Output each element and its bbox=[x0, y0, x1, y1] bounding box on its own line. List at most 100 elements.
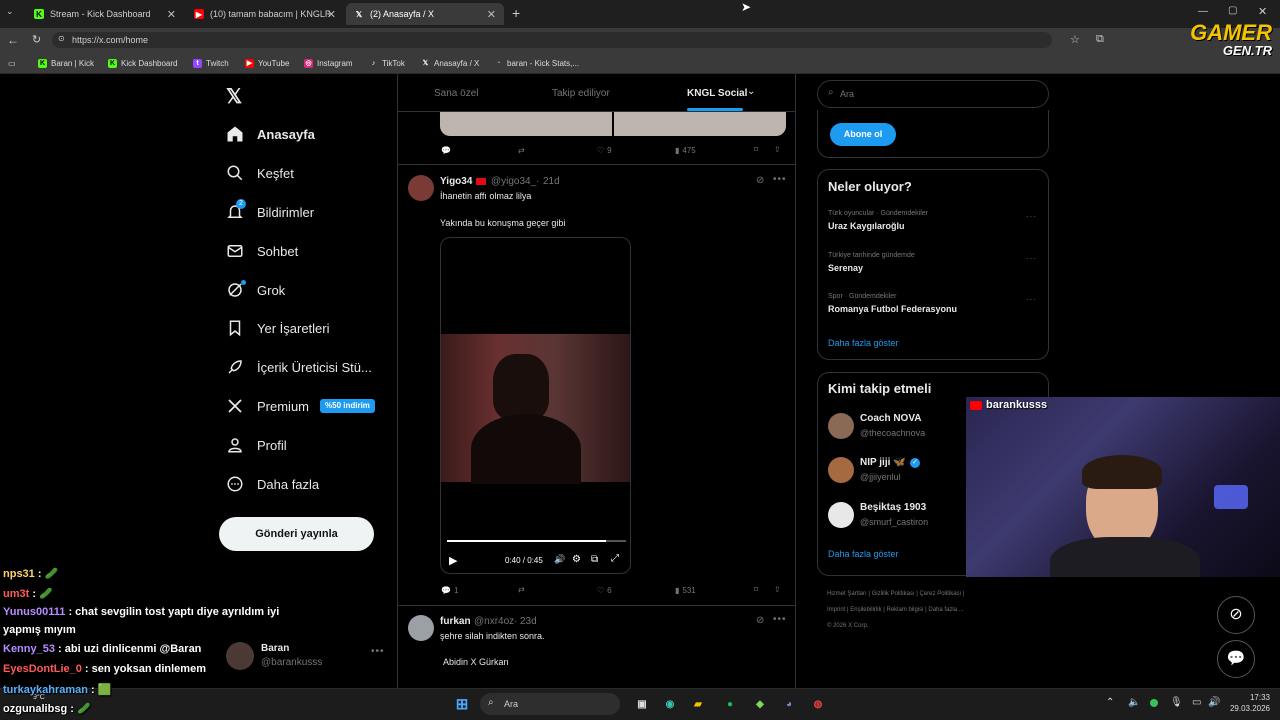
footer-link[interactable]: Imprint bbox=[827, 607, 845, 613]
more-icon[interactable]: ••• bbox=[773, 614, 787, 625]
play-icon[interactable]: ▶ bbox=[449, 554, 457, 567]
post-button[interactable]: Gönderi yayınla bbox=[219, 517, 374, 551]
footer-link[interactable]: Erişilebilirlik bbox=[850, 607, 881, 613]
bookmark-button[interactable]: ⌑ bbox=[754, 145, 758, 154]
tab-x-home[interactable]: 𝕏 (2) Anasayfa / X ✕ bbox=[346, 3, 504, 25]
follow-suggestion[interactable]: Coach NOVA @thecoachnova bbox=[828, 411, 968, 441]
reply-button[interactable]: 💬 bbox=[441, 146, 451, 155]
close-icon[interactable]: ✕ bbox=[487, 8, 496, 21]
messages-float-button[interactable]: 💬 bbox=[1217, 640, 1255, 678]
sidebar-item-grok[interactable]: Grok bbox=[226, 278, 285, 302]
x-logo-icon[interactable]: 𝕏 bbox=[226, 84, 242, 109]
sidebar-item-chat[interactable]: Sohbet bbox=[226, 239, 298, 263]
repost-button[interactable]: ⇄ bbox=[518, 146, 525, 155]
footer-link[interactable]: Daha fazla ... bbox=[928, 607, 963, 613]
trend-item[interactable]: Spor · Gündemdekiler Romanya Futbol Fede… bbox=[828, 293, 1038, 323]
grok-icon[interactable]: ⊘ bbox=[756, 175, 764, 186]
sidebar-item-more[interactable]: Daha fazla bbox=[226, 472, 319, 496]
account-switcher[interactable]: Baran @barankusss ••• bbox=[226, 640, 386, 674]
tweet-handle[interactable]: @nxr4oz bbox=[474, 616, 514, 627]
sidebar-item-profile[interactable]: Profil bbox=[226, 433, 287, 457]
close-icon[interactable]: ✕ bbox=[327, 8, 336, 21]
sidebar-item-premium[interactable]: Premium bbox=[226, 394, 309, 418]
mic-tray-icon[interactable]: 🎙 bbox=[1170, 697, 1183, 708]
bookmark-baran-kick[interactable]: K Baran | Kick bbox=[38, 55, 94, 71]
sidebar-item-creator-studio[interactable]: İçerik Üreticisi Stü... bbox=[226, 355, 372, 379]
refresh-icon[interactable]: ↻ bbox=[32, 33, 41, 46]
views-button[interactable]: ▮ 531 bbox=[675, 586, 696, 595]
share-button[interactable]: ⇧ bbox=[774, 585, 781, 594]
tray-chevron-icon[interactable]: ⌃ bbox=[1106, 697, 1114, 708]
new-tab-button[interactable]: + bbox=[512, 5, 520, 21]
site-info-icon[interactable]: ⊙ bbox=[58, 34, 65, 43]
footer-link[interactable]: Çerez Politikası bbox=[920, 591, 962, 597]
favorite-star-icon[interactable]: ☆ bbox=[1070, 33, 1080, 46]
tab-kngl-social[interactable]: KNGL Social bbox=[687, 88, 747, 99]
trend-item[interactable]: Türk oyuncular · Gündemdekiler Uraz Kayg… bbox=[828, 210, 1038, 240]
more-icon[interactable]: ••• bbox=[773, 174, 787, 185]
tweet-author[interactable]: furkan bbox=[440, 616, 471, 627]
speaker-tray-icon[interactable]: 🔈 bbox=[1128, 697, 1140, 708]
chevron-down-icon[interactable]: ⌄ bbox=[747, 86, 755, 97]
grok-float-button[interactable]: ⊘ bbox=[1217, 596, 1255, 634]
spotify-icon[interactable]: ● bbox=[720, 694, 740, 714]
bookmark-x[interactable]: 𝕏 Anasayfa / X bbox=[421, 55, 480, 71]
tweet-time[interactable]: 23d bbox=[520, 616, 537, 627]
sidebar-item-explore[interactable]: Keşfet bbox=[226, 161, 294, 185]
reply-button[interactable]: 💬 1 bbox=[441, 586, 458, 595]
subscribe-button[interactable]: Abone ol bbox=[830, 123, 896, 146]
bookmark-button[interactable]: ⌑ bbox=[754, 585, 758, 594]
bookmark-instagram[interactable]: ◎ Instagram bbox=[304, 55, 353, 71]
bookmark-kick-dashboard[interactable]: K Kick Dashboard bbox=[108, 55, 177, 71]
like-button[interactable]: ♡ 6 bbox=[597, 586, 612, 595]
more-icon[interactable]: ••• bbox=[371, 646, 385, 657]
app-icon[interactable]: ◆ bbox=[750, 694, 770, 714]
browser-icon[interactable]: ◍ bbox=[808, 694, 828, 714]
grok-icon[interactable]: ⊘ bbox=[756, 615, 764, 626]
edge-icon[interactable]: ◉ bbox=[660, 694, 680, 714]
bookmark-tiktok[interactable]: ♪ TikTok bbox=[369, 55, 405, 71]
avatar[interactable] bbox=[408, 615, 434, 641]
taskbar-search[interactable]: ⌕ Ara bbox=[480, 693, 620, 715]
tab-menu-button[interactable]: ⌄ bbox=[6, 6, 14, 17]
footer-link[interactable]: Hizmet Şartları bbox=[827, 591, 867, 597]
sidebar-item-home[interactable]: Anasayfa bbox=[226, 122, 315, 146]
tweet-time[interactable]: 21d bbox=[543, 176, 560, 187]
minimize-button[interactable]: — bbox=[1198, 6, 1208, 17]
trend-item[interactable]: Türkiye tarihinde gündemde Serenay ··· bbox=[828, 252, 1038, 282]
previous-tweet-media[interactable] bbox=[440, 112, 786, 136]
file-explorer-icon[interactable]: ▰ bbox=[688, 694, 708, 714]
views-button[interactable]: ▮ 475 bbox=[675, 146, 696, 155]
tab-youtube[interactable]: ▶ (10) tamam babacım | KNGLRP - Y ✕ bbox=[186, 3, 344, 25]
task-view-icon[interactable]: ▣ bbox=[632, 694, 652, 714]
search-input[interactable]: ⌕ Ara bbox=[817, 80, 1049, 108]
tweet-author[interactable]: Yigo34 bbox=[440, 176, 472, 187]
bookmarks-menu-icon[interactable]: ▭ bbox=[8, 55, 16, 71]
fullscreen-icon[interactable]: ⤢ bbox=[611, 553, 619, 564]
trends-show-more[interactable]: Daha fazla göster bbox=[828, 338, 899, 348]
footer-link[interactable]: Reklam bilgisi bbox=[887, 607, 924, 613]
settings-icon[interactable]: ⚙ bbox=[572, 554, 581, 565]
tweet-video[interactable]: ▶ 0:40 / 0:45 🔊 ⚙ ⧉ ⤢ bbox=[440, 237, 631, 574]
more-icon[interactable]: ··· bbox=[1026, 212, 1037, 221]
tab-following[interactable]: Takip ediliyor bbox=[552, 88, 610, 99]
volume-icon[interactable]: 🔊 bbox=[554, 554, 565, 565]
back-icon[interactable]: ← bbox=[7, 33, 19, 47]
avatar[interactable] bbox=[408, 175, 434, 201]
more-icon[interactable]: ··· bbox=[1026, 254, 1037, 263]
sidebar-item-bookmarks[interactable]: Yer İşaretleri bbox=[226, 316, 330, 340]
status-tray-icon[interactable] bbox=[1150, 699, 1158, 707]
pip-icon[interactable]: ⧉ bbox=[591, 554, 598, 565]
bookmark-twitch[interactable]: t Twitch bbox=[193, 55, 229, 71]
follow-suggestion[interactable]: NIP jiji 🦋 ✓ @jjiiyenlul bbox=[828, 455, 968, 485]
more-icon[interactable]: ··· bbox=[1026, 295, 1037, 304]
footer-link[interactable]: Gizlilik Politikası bbox=[872, 591, 915, 597]
clock[interactable]: 17:33 29.03.2026 bbox=[1226, 692, 1270, 714]
extensions-icon[interactable]: ⧉ bbox=[1096, 33, 1104, 46]
like-button[interactable]: ♡ 9 bbox=[597, 146, 612, 155]
bookmark-kick-stats[interactable]: ◔ baran - Kick Stats,... bbox=[494, 55, 579, 71]
url-field[interactable]: https://x.com/home bbox=[52, 32, 1052, 48]
windows-start-icon[interactable]: ⊞ bbox=[452, 694, 472, 714]
window-close-button[interactable]: ✕ bbox=[1258, 5, 1267, 18]
network-tray-icon[interactable]: ▭ bbox=[1192, 697, 1201, 708]
